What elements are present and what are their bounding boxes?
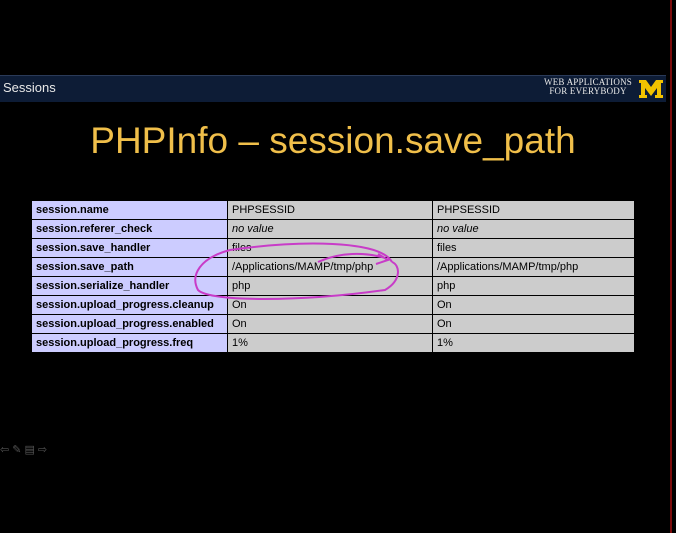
- menu-icon[interactable]: ▤: [24, 443, 35, 456]
- ink-annotation: [194, 242, 399, 300]
- ink-circle: [194, 242, 399, 300]
- pen-icon[interactable]: ✎: [12, 443, 22, 456]
- forward-arrow-icon[interactable]: ⇨: [38, 443, 48, 456]
- back-arrow-icon[interactable]: ⇦: [0, 443, 10, 456]
- presenter-toolbar: ⇦ ✎ ▤ ⇨: [0, 443, 50, 456]
- ink-arrow: [317, 252, 391, 265]
